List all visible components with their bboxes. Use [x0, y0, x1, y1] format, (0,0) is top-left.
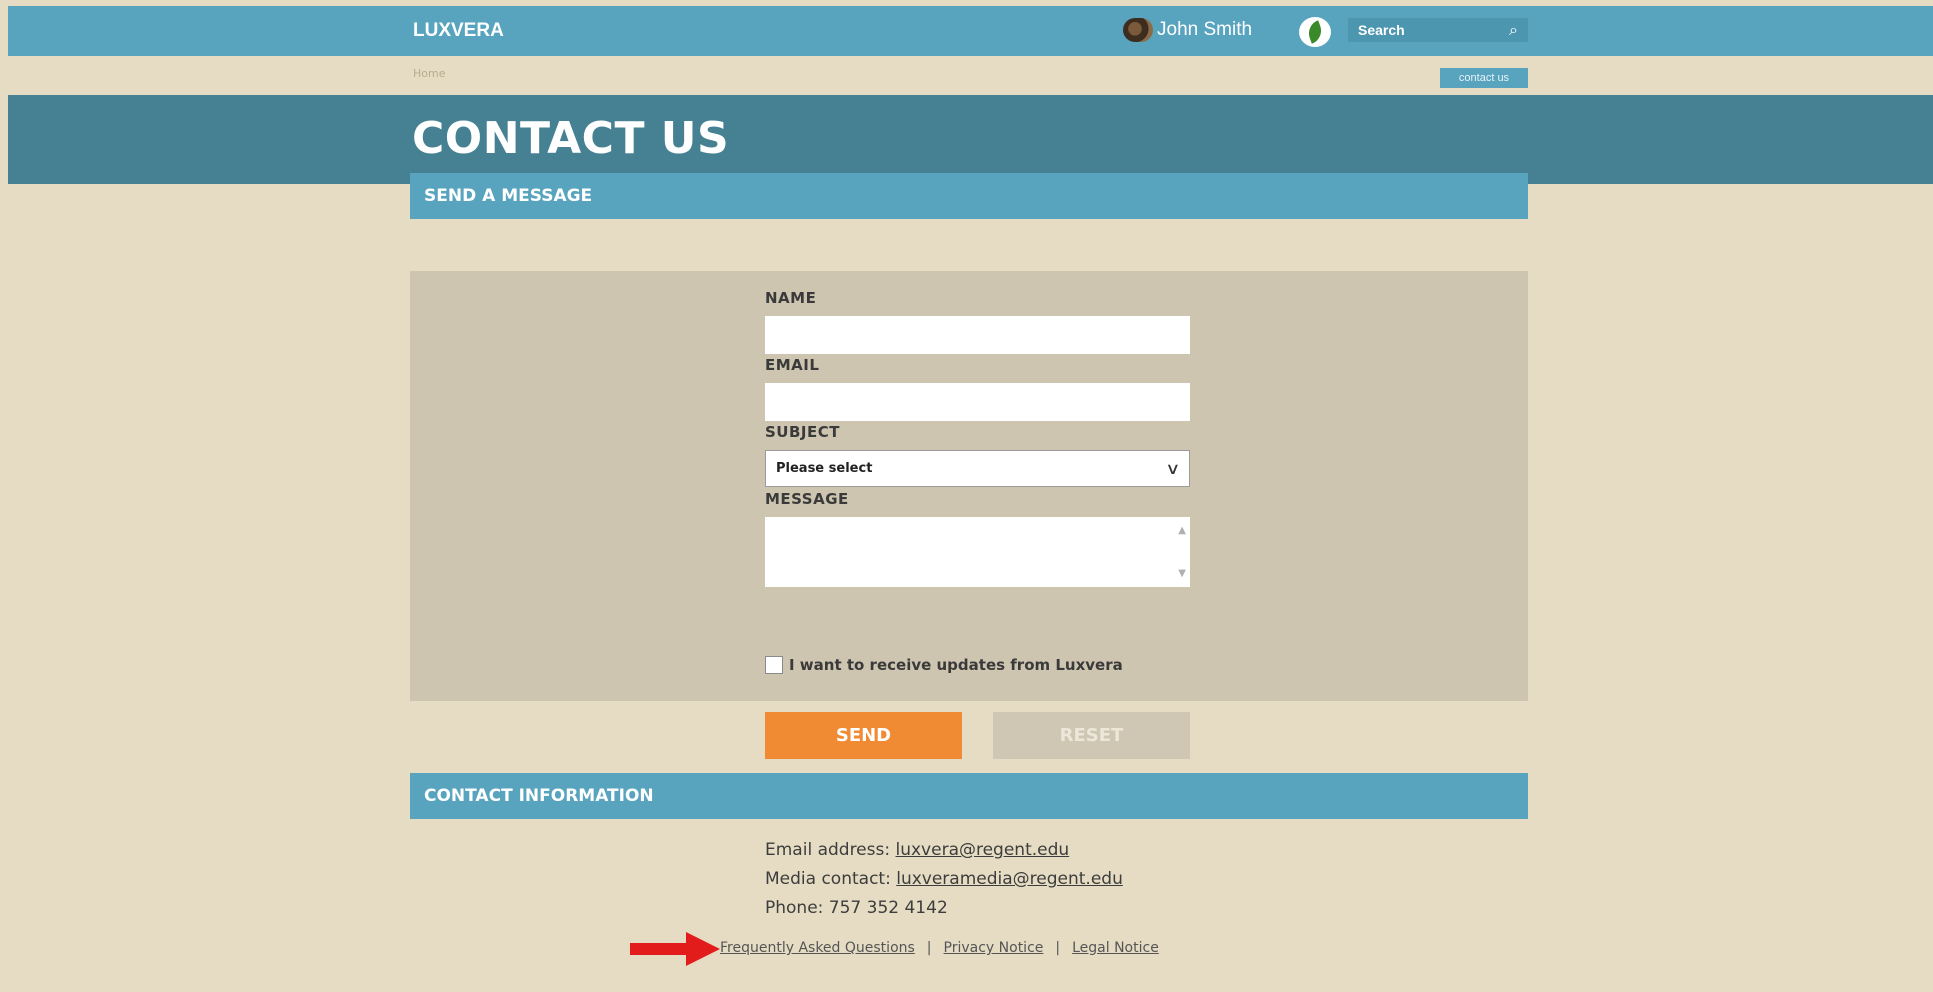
updates-checkbox-row[interactable]: I want to receive updates from Luxvera: [765, 656, 1123, 674]
avatar[interactable]: [1123, 18, 1153, 42]
brand-logo[interactable]: LUXVERA: [413, 20, 504, 42]
scroll-down-icon[interactable]: ▼: [1178, 568, 1186, 579]
email-label: EMAIL: [765, 356, 820, 374]
red-arrow-icon: [630, 932, 720, 966]
subject-select[interactable]: Please select ∨: [765, 450, 1190, 487]
chevron-down-icon: ∨: [1165, 459, 1181, 478]
name-field[interactable]: [765, 316, 1190, 354]
message-textarea[interactable]: ▲ ▼: [765, 517, 1190, 587]
user-name[interactable]: John Smith: [1157, 19, 1252, 41]
search-placeholder: Search: [1358, 22, 1405, 38]
scroll-up-icon[interactable]: ▲: [1178, 525, 1186, 536]
footer-links: Frequently Asked Questions | Privacy Not…: [720, 940, 1159, 956]
search-input[interactable]: Search ⌕: [1348, 18, 1528, 42]
search-icon[interactable]: ⌕: [1509, 20, 1518, 40]
updates-checkbox-label[interactable]: I want to receive updates from Luxvera: [789, 656, 1123, 674]
contact-information-heading: CONTACT INFORMATION: [410, 773, 1528, 819]
message-label: MESSAGE: [765, 490, 849, 508]
faq-link[interactable]: Frequently Asked Questions: [720, 940, 915, 956]
page-header-banner: CONTACT US: [8, 95, 1933, 184]
breadcrumb: Home contact us: [8, 56, 1933, 92]
send-message-heading: SEND A MESSAGE: [410, 173, 1528, 219]
footer-separator: |: [1055, 940, 1061, 956]
top-navigation-bar: LUXVERA John Smith Search ⌕: [8, 6, 1933, 56]
user-menu[interactable]: John Smith: [1123, 18, 1252, 42]
subject-selected-value: Please select: [776, 461, 873, 476]
leaf-shape: [1305, 20, 1325, 44]
contact-information: Email address: luxvera@regent.edu Media …: [765, 836, 1123, 923]
footer-separator: |: [926, 940, 932, 956]
email-prefix: Email address:: [765, 840, 896, 860]
page: LUXVERA John Smith Search ⌕ Home contact…: [8, 6, 1933, 992]
updates-checkbox[interactable]: [765, 656, 783, 674]
name-label: NAME: [765, 289, 817, 307]
phone-line: Phone: 757 352 4142: [765, 898, 948, 918]
media-email-link[interactable]: luxveramedia@regent.edu: [896, 869, 1123, 889]
send-button[interactable]: SEND: [765, 712, 962, 759]
email-field[interactable]: [765, 383, 1190, 421]
legal-notice-link[interactable]: Legal Notice: [1072, 940, 1159, 956]
privacy-notice-link[interactable]: Privacy Notice: [944, 940, 1044, 956]
leaf-icon[interactable]: [1299, 17, 1331, 47]
contact-us-link[interactable]: contact us: [1440, 68, 1528, 88]
email-link[interactable]: luxvera@regent.edu: [896, 840, 1070, 860]
media-line: Media contact: luxveramedia@regent.edu: [765, 865, 1123, 894]
reset-button[interactable]: RESET: [993, 712, 1190, 759]
media-prefix: Media contact:: [765, 869, 897, 889]
breadcrumb-home[interactable]: Home: [413, 67, 445, 80]
subject-label: SUBJECT: [765, 423, 840, 441]
page-title: CONTACT US: [412, 113, 730, 164]
email-line: Email address: luxvera@regent.edu: [765, 836, 1123, 865]
contact-form: NAME EMAIL SUBJECT Please select ∨ MESSA…: [410, 271, 1528, 701]
